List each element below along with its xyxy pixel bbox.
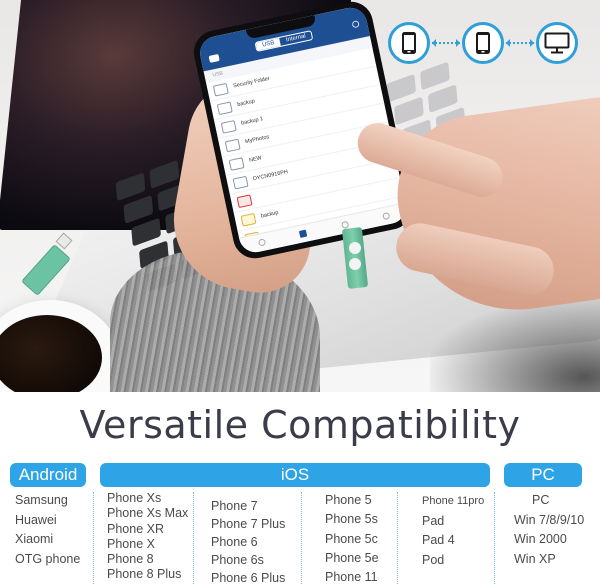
bidirectional-arrow-icon	[432, 39, 460, 47]
tab-internal[interactable]: Internal	[279, 31, 312, 45]
column-divider	[397, 492, 398, 584]
os-item: Win 7/8/9/10	[514, 512, 585, 527]
pc-os-list: PC Win 7/8/9/10 Win 2000 Win XP	[514, 491, 584, 569]
device-item: Huawei	[15, 512, 57, 527]
file-name: backup	[236, 98, 256, 109]
android-device-list: Samsung Huawei Xiaomi OTG phone	[15, 491, 80, 569]
column-divider	[193, 492, 194, 584]
device-item: Phone 6 Plus	[211, 571, 286, 585]
tab-settings-icon[interactable]	[382, 211, 391, 221]
device-item: Phone 7	[211, 499, 258, 513]
phone-icon	[462, 22, 504, 64]
keyboard-key	[394, 96, 424, 126]
device-item: Pad 4	[422, 533, 455, 547]
category-android-header: Android	[10, 463, 86, 487]
os-item: Win XP	[514, 551, 556, 566]
phone-icon	[388, 22, 430, 64]
document-icon	[240, 212, 257, 227]
device-item: Xiaomi	[15, 532, 54, 546]
file-name: backup 1	[240, 116, 264, 127]
category-ios-header: iOS	[100, 463, 490, 487]
usb-drive-button	[349, 258, 361, 270]
device-item: Pod	[422, 552, 445, 567]
device-item: Phone 5	[325, 493, 372, 507]
device-item: Phone 6	[211, 535, 258, 549]
file-name: DYCN0916PH	[252, 169, 289, 183]
column-divider	[301, 492, 302, 584]
device-item: Phone 5s	[325, 512, 378, 527]
connectivity-diagram	[388, 22, 578, 64]
device-item: Phone XR	[107, 521, 164, 536]
device-item: Phone 11pro	[422, 495, 485, 507]
file-name: Security Folder	[232, 75, 271, 90]
ios-device-list-4: Phone 11pro Pad Pad 4 Pod	[422, 492, 484, 570]
music-file-icon	[236, 193, 253, 208]
keyboard-key	[386, 73, 417, 103]
device-item: Phone 8	[107, 552, 154, 567]
usb-drive-button	[349, 242, 361, 254]
shadow	[430, 300, 600, 392]
tab-files-icon[interactable]	[299, 229, 308, 238]
device-item: Phone X	[107, 536, 155, 551]
device-item: Phone 7 Plus	[211, 517, 286, 531]
device-item: Phone Xs Max	[107, 506, 189, 521]
device-item: OTG phone	[15, 551, 81, 566]
tab-home-icon[interactable]	[257, 238, 266, 247]
keyboard-key	[123, 195, 154, 224]
tab-usb[interactable]: USB	[255, 37, 282, 51]
folder-icon	[224, 138, 241, 152]
device-item: Samsung	[15, 493, 68, 507]
ios-device-list-3: Phone 5 Phone 5s Phone 5c Phone 5e Phone…	[325, 491, 379, 587]
device-item: Phone Xs	[107, 491, 162, 505]
device-item: Phone 11	[325, 570, 378, 585]
folder-icon	[216, 100, 233, 115]
column-divider	[494, 492, 495, 584]
folder-icon	[212, 82, 229, 97]
file-name: NEW	[248, 155, 263, 164]
bidirectional-arrow-icon	[506, 39, 534, 47]
product-photo: USB Internal USB Security Folder backup ba…	[0, 0, 600, 392]
section-title: Versatile Compatibility	[79, 403, 521, 447]
keyboard-key	[131, 217, 162, 247]
os-item: Win 2000	[514, 532, 567, 546]
search-icon[interactable]	[351, 20, 360, 29]
device-item: Phone 5e	[325, 550, 379, 565]
column-divider	[93, 492, 94, 584]
os-item: PC	[532, 493, 550, 507]
category-pc-header: PC	[504, 463, 582, 487]
device-item: Pad	[422, 513, 445, 528]
device-item: Phone 5c	[325, 531, 378, 546]
ios-device-list-1: Phone Xs Phone Xs Max Phone XR Phone X P…	[107, 491, 188, 583]
ios-device-list-2: Phone 7 Phone 7 Plus Phone 6 Phone 6s Ph…	[211, 497, 285, 587]
camera-icon[interactable]	[208, 53, 220, 63]
device-item: Phone 8 Plus	[107, 567, 182, 582]
monitor-icon	[536, 22, 578, 64]
file-name: backup	[260, 209, 280, 220]
keyboard-key	[420, 61, 450, 91]
folder-icon	[232, 175, 249, 189]
folder-icon	[228, 156, 245, 171]
device-item: Phone 6s	[211, 553, 264, 567]
file-name: MyPhotos	[244, 134, 270, 146]
keyboard-key	[427, 84, 458, 114]
folder-icon	[220, 119, 237, 134]
